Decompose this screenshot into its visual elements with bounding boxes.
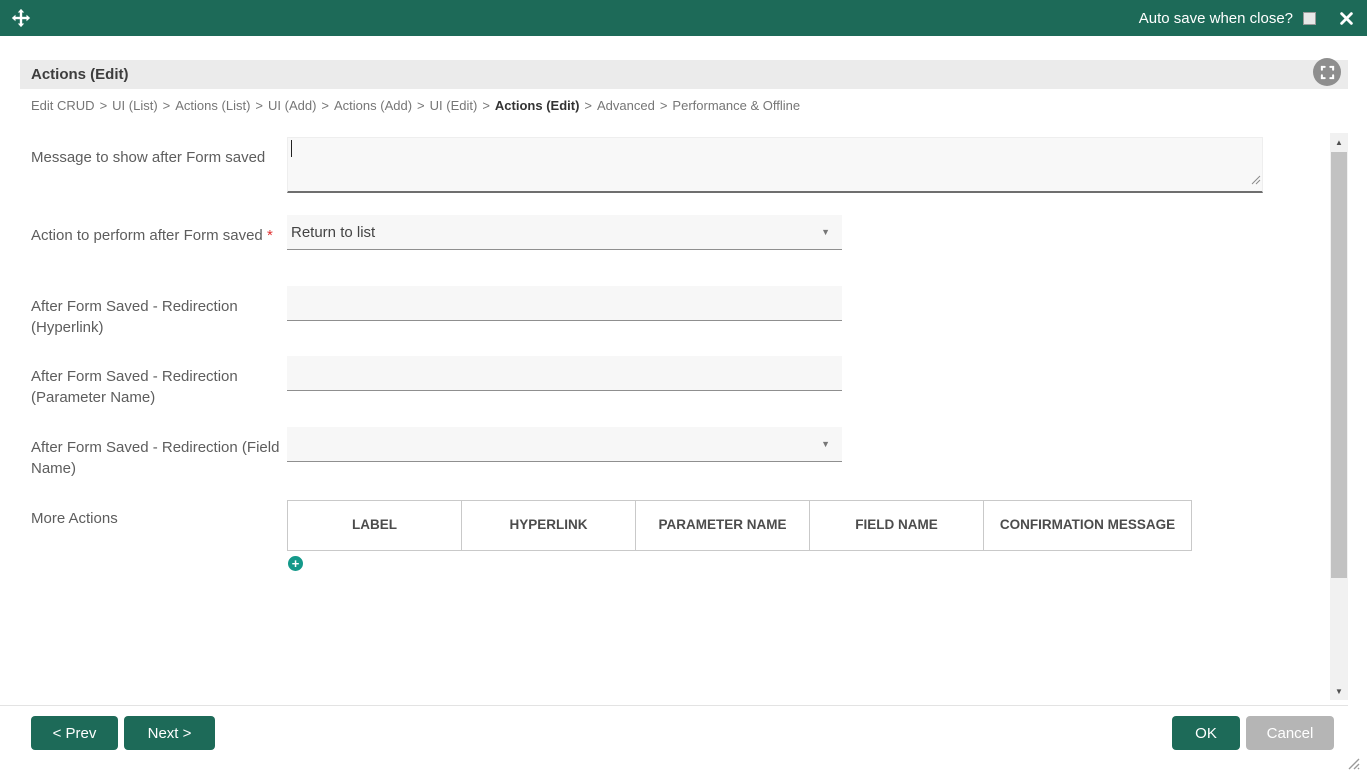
autosave-checkbox[interactable] (1303, 11, 1316, 25)
more-actions-table: LABEL HYPERLINK PARAMETER NAME FIELD NAM… (287, 500, 1192, 551)
required-asterisk: * (266, 227, 273, 244)
message-after-save-textarea[interactable] (287, 137, 1263, 193)
ok-button[interactable]: OK (1172, 716, 1240, 750)
breadcrumb-item-ui-edit[interactable]: UI (Edit) (430, 98, 478, 113)
breadcrumb-item-advanced[interactable]: Advanced (597, 98, 655, 113)
field-label-message-after-save: Message to show after Form saved (31, 149, 266, 166)
autosave-label: Auto save when close? (1138, 9, 1293, 27)
column-header-label: LABEL (287, 500, 462, 551)
chevron-down-icon: ▼ (821, 227, 830, 237)
breadcrumb-item-ui-list[interactable]: UI (List) (112, 98, 158, 113)
field-label-text: Action to perform after Form saved (31, 227, 263, 244)
scrollbar-thumb[interactable] (1331, 152, 1347, 578)
vertical-scrollbar[interactable]: ▲ ▼ (1330, 133, 1348, 700)
redirect-field-select[interactable]: ▼ (287, 427, 842, 462)
breadcrumb-separator: > (162, 98, 171, 113)
redirect-hyperlink-input[interactable] (287, 286, 842, 321)
chevron-down-icon: ▼ (821, 439, 830, 449)
cancel-button[interactable]: Cancel (1246, 716, 1334, 750)
breadcrumb-separator: > (321, 98, 329, 113)
page-title: Actions (Edit) (31, 66, 129, 83)
column-header-hyperlink: HYPERLINK (461, 500, 636, 551)
column-header-confirmation-message: CONFIRMATION MESSAGE (983, 500, 1192, 551)
action-after-save-select[interactable]: Return to list ▼ (287, 215, 842, 250)
breadcrumb-item-actions-add[interactable]: Actions (Add) (334, 98, 412, 113)
crud-edit-dialog: { "titlebar": { "autosave_label": "Auto … (0, 0, 1367, 777)
breadcrumb-item-performance-offline[interactable]: Performance & Offline (672, 98, 800, 113)
field-label-redirect-parameter: After Form Saved - Redirection (Paramete… (31, 368, 238, 406)
footer-divider (0, 705, 1348, 706)
breadcrumb-separator: > (584, 98, 592, 113)
text-caret (291, 140, 292, 157)
column-header-parameter-name: PARAMETER NAME (635, 500, 810, 551)
field-label-more-actions: More Actions (31, 510, 118, 527)
breadcrumb-separator: > (417, 98, 425, 113)
breadcrumb: Edit CRUD > UI (List) > Actions (List) > UI (A… (31, 98, 800, 113)
select-value: Return to list (291, 223, 376, 241)
scroll-up-icon[interactable]: ▲ (1330, 133, 1348, 151)
scroll-down-icon[interactable]: ▼ (1330, 682, 1348, 700)
fullscreen-icon[interactable] (1313, 58, 1341, 86)
breadcrumb-item-ui-add[interactable]: UI (Add) (268, 98, 316, 113)
move-icon[interactable] (10, 7, 32, 29)
breadcrumb-item-actions-list[interactable]: Actions (List) (175, 98, 250, 113)
breadcrumb-separator: > (99, 98, 108, 113)
panel-header: Actions (Edit) (20, 60, 1348, 89)
breadcrumb-separator: > (659, 98, 668, 113)
add-row-button[interactable]: + (288, 556, 303, 571)
next-button[interactable]: Next > (124, 716, 215, 750)
field-label-action-after-save: Action to perform after Form saved * (31, 225, 283, 246)
textarea-resize-handle[interactable] (1250, 172, 1261, 190)
close-icon[interactable] (1340, 11, 1353, 25)
breadcrumb-item-edit-crud[interactable]: Edit CRUD (31, 98, 95, 113)
column-header-field-name: FIELD NAME (809, 500, 984, 551)
prev-button[interactable]: < Prev (31, 716, 118, 750)
breadcrumb-item-actions-edit[interactable]: Actions (Edit) (495, 98, 580, 113)
breadcrumb-separator: > (255, 98, 263, 113)
field-label-redirect-hyperlink: After Form Saved - Redirection (Hyperlin… (31, 298, 238, 336)
dialog-resize-handle[interactable] (1346, 756, 1360, 775)
breadcrumb-separator: > (482, 98, 490, 113)
redirect-parameter-input[interactable] (287, 356, 842, 391)
field-label-redirect-field: After Form Saved - Redirection (Field Na… (31, 439, 280, 477)
dialog-titlebar: Auto save when close? (0, 0, 1367, 36)
